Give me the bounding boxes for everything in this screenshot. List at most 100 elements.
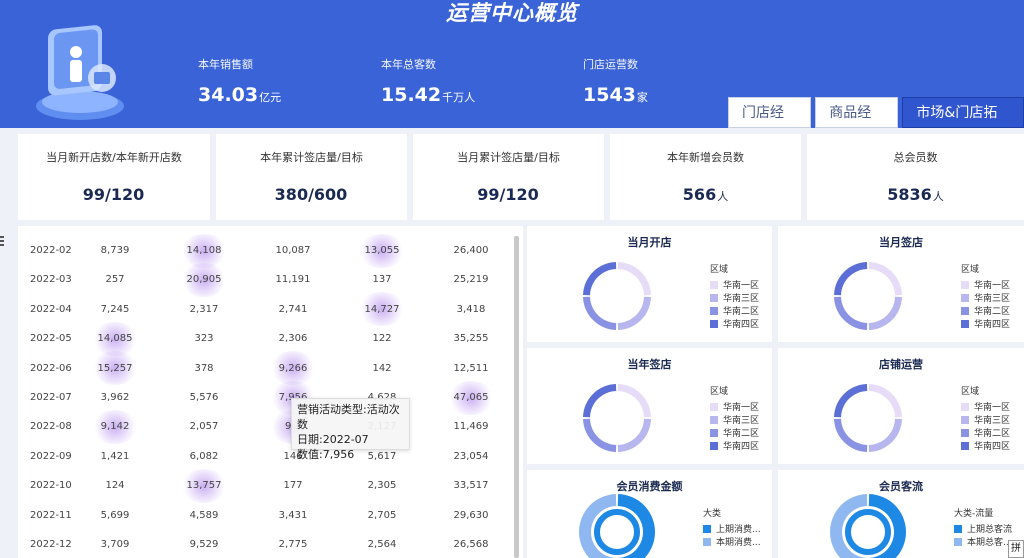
table-value-cell[interactable]: 2,705: [352, 501, 412, 530]
donut-slice[interactable]: [868, 384, 902, 418]
table-value-cell[interactable]: 14,085: [85, 321, 145, 356]
drag-handle-icon[interactable]: [0, 236, 4, 246]
legend-item[interactable]: 华南二区: [710, 304, 759, 317]
donut-slice[interactable]: [834, 262, 868, 296]
legend-item[interactable]: 本期消费...: [703, 535, 761, 548]
legend-item[interactable]: 华南三区: [961, 291, 1010, 304]
donut-slice[interactable]: [617, 384, 651, 418]
table-scrollbar[interactable]: [514, 236, 519, 558]
legend-item[interactable]: 本期总客...: [954, 535, 1012, 548]
legend-item[interactable]: 华南一区: [710, 278, 759, 291]
table-value-cell[interactable]: 13,055: [352, 233, 412, 268]
table-value-cell[interactable]: 2,305: [352, 471, 412, 500]
ime-indicator[interactable]: 拼: [1008, 540, 1024, 558]
table-value-cell[interactable]: 1,421: [85, 442, 145, 471]
table-value-cell[interactable]: 8,739: [85, 236, 145, 265]
legend-item[interactable]: 华南二区: [961, 304, 1010, 317]
table-value-cell[interactable]: 257: [85, 265, 145, 294]
table-value-cell[interactable]: 2,057: [174, 412, 234, 441]
table-value-cell[interactable]: 3,962: [85, 383, 145, 412]
table-value-cell[interactable]: 2,564: [352, 530, 412, 558]
table-value-cell[interactable]: 3,418: [441, 295, 501, 324]
table-value-cell[interactable]: 35,255: [441, 324, 501, 353]
table-value-cell[interactable]: 122: [352, 324, 412, 353]
kpi-value: 34.03: [198, 84, 259, 106]
donut-slice[interactable]: [834, 296, 868, 330]
table-value-cell[interactable]: 7,245: [85, 295, 145, 324]
legend-swatch: [710, 306, 718, 315]
table-value-cell[interactable]: 13,757: [174, 468, 234, 503]
legend-swatch: [710, 293, 718, 302]
legend-item[interactable]: 华南四区: [710, 439, 759, 452]
table-value-cell[interactable]: 6,082: [174, 442, 234, 471]
table-value-cell[interactable]: 15,257: [85, 351, 145, 386]
legend-item[interactable]: 华南一区: [710, 400, 759, 413]
table-value-cell[interactable]: 33,517: [441, 471, 501, 500]
donut-slice[interactable]: [583, 296, 617, 330]
table-value-cell[interactable]: 5,576: [174, 383, 234, 412]
table-value-cell[interactable]: 10,087: [263, 236, 323, 265]
table-value-cell[interactable]: 323: [174, 324, 234, 353]
table-value-cell[interactable]: 25,219: [441, 265, 501, 294]
donut-slice[interactable]: [868, 262, 902, 296]
table-value-cell[interactable]: 20,905: [174, 262, 234, 297]
table-value-cell[interactable]: 142: [352, 354, 412, 383]
donut-slice[interactable]: [868, 296, 902, 330]
table-value-cell[interactable]: 2,775: [263, 530, 323, 558]
tab-market-expansion[interactable]: 市场&门店拓展: [902, 97, 1024, 152]
tab-product-operation[interactable]: 商品经营: [815, 97, 899, 152]
donut-slice[interactable]: [834, 384, 868, 418]
table-value-cell[interactable]: 2,306: [263, 324, 323, 353]
donut-slice[interactable]: [617, 418, 651, 452]
donut-slice[interactable]: [583, 384, 617, 418]
donut-slice[interactable]: [834, 418, 868, 452]
legend-item[interactable]: 华南四区: [710, 317, 759, 330]
table-value-cell[interactable]: 124: [85, 471, 145, 500]
legend-item[interactable]: 华南一区: [961, 278, 1010, 291]
page-title: 运营中心概览: [446, 1, 578, 25]
kpi-label: 本年总客数: [381, 58, 436, 71]
legend-item[interactable]: 华南四区: [961, 439, 1010, 452]
table-value-cell[interactable]: 2,741: [263, 295, 323, 324]
table-value: 124: [105, 480, 125, 492]
legend-item[interactable]: 华南三区: [710, 413, 759, 426]
table-value-cell[interactable]: 177: [263, 471, 323, 500]
legend-label: 华南四区: [974, 442, 1011, 452]
legend-item[interactable]: 华南三区: [961, 413, 1010, 426]
donut-slice[interactable]: [868, 418, 902, 452]
table-value-cell[interactable]: 9,529: [174, 530, 234, 558]
table-value-cell[interactable]: 47,065: [441, 380, 501, 415]
table-value-cell[interactable]: 23,054: [441, 442, 501, 471]
table-value-cell[interactable]: 26,568: [441, 530, 501, 558]
table-value-cell[interactable]: 11,469: [441, 412, 501, 441]
table-value-cell[interactable]: 11,191: [263, 265, 323, 294]
donut-slice[interactable]: [617, 262, 651, 296]
table-value-cell[interactable]: 9,142: [85, 409, 145, 444]
table-value-cell[interactable]: 14,727: [352, 292, 412, 327]
tab-store-operation[interactable]: 门店经营: [728, 97, 812, 152]
legend-item[interactable]: 华南三区: [710, 291, 759, 304]
donut-slice[interactable]: [583, 418, 617, 452]
legend-item[interactable]: 华南二区: [961, 426, 1010, 439]
legend-item[interactable]: 上期消费...: [703, 522, 761, 535]
legend-swatch: [954, 524, 962, 533]
legend-item[interactable]: 华南一区: [961, 400, 1010, 413]
table-value-cell[interactable]: 29,630: [441, 501, 501, 530]
table-value-cell[interactable]: 378: [174, 354, 234, 383]
kpi-store-count: 门店运营数 1543家: [583, 56, 648, 106]
legend-item[interactable]: 上期总客流: [954, 522, 1012, 535]
donut-slice[interactable]: [583, 262, 617, 296]
table-value-cell[interactable]: 26,400: [441, 236, 501, 265]
donut-slice[interactable]: [617, 296, 651, 330]
table-value-cell[interactable]: 137: [352, 265, 412, 294]
table-value-cell[interactable]: 2,317: [174, 295, 234, 324]
table-value-cell[interactable]: 4,589: [174, 501, 234, 530]
legend-item[interactable]: 华南四区: [961, 317, 1010, 330]
legend-item[interactable]: 华南二区: [710, 426, 759, 439]
table-value-cell[interactable]: 3,709: [85, 530, 145, 558]
table-value-cell[interactable]: 9,266: [263, 351, 323, 386]
table-value-cell[interactable]: 14,108: [174, 233, 234, 268]
table-value-cell[interactable]: 5,699: [85, 501, 145, 530]
table-value-cell[interactable]: 3,431: [263, 501, 323, 530]
table-value-cell[interactable]: 12,511: [441, 354, 501, 383]
